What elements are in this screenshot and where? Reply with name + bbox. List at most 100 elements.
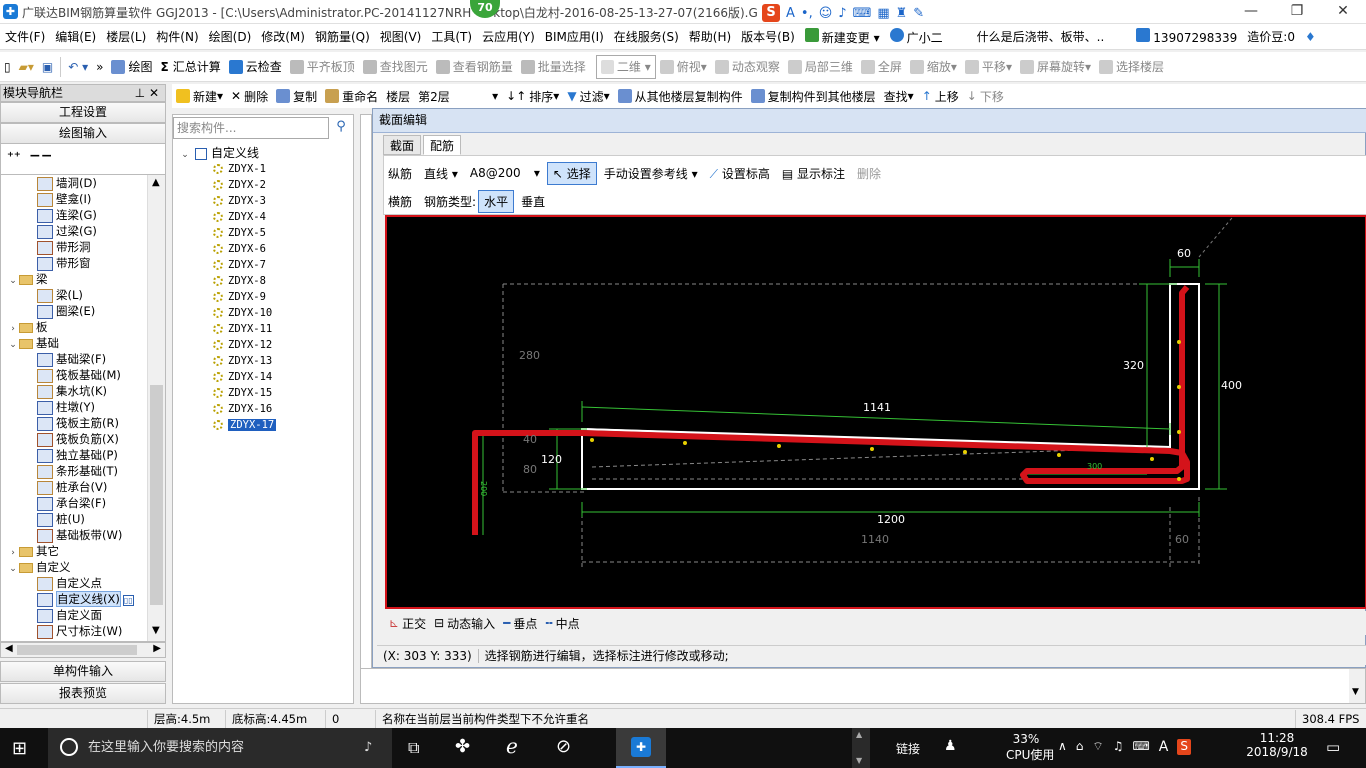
component-item[interactable]: ZDYX-16 [213, 401, 272, 417]
select-tool-button[interactable]: ↖ 选择 [546, 161, 597, 185]
align-top-button[interactable]: 平齐板顶 [286, 55, 359, 79]
glodon-app-button[interactable]: ✚ [616, 728, 666, 768]
component-item[interactable]: ZDYX-17 [213, 417, 277, 433]
browser-icon[interactable]: ⊘ [556, 736, 571, 757]
menu-online[interactable]: 在线服务(S) [609, 28, 684, 45]
taskbar-search-input[interactable]: 在这里输入你要搜索的内容 ♪ [48, 728, 392, 768]
nav-item[interactable]: 带形窗 [37, 255, 91, 271]
nav-item[interactable]: 柱墩(Y) [37, 399, 95, 415]
component-item[interactable]: ZDYX-12 [213, 337, 272, 353]
menu-tools[interactable]: 工具(T) [426, 28, 477, 45]
nav-item[interactable]: 筏板基础(M) [37, 367, 121, 383]
nav-item[interactable]: 梁(L) [37, 287, 83, 303]
nav-item[interactable]: 过梁(G) [37, 223, 97, 239]
menu-faq-link[interactable]: 什么是后浇带、板带、.. [972, 28, 1110, 45]
menu-component[interactable]: 构件(N) [151, 28, 203, 45]
expand-all-icon[interactable]: ⁺⁺ [7, 150, 21, 165]
scroll-thumb[interactable] [150, 385, 163, 605]
report-preview-button[interactable]: 报表预览 [0, 683, 166, 704]
nav-item[interactable]: 桩(U) [37, 511, 85, 527]
copy-to-floor-button[interactable]: 复制构件到其他楼层 [747, 84, 880, 108]
floor-select[interactable]: 第2层 ▾ [414, 84, 502, 108]
new-component-button[interactable]: 新建 ▾ [172, 84, 227, 108]
nav-item[interactable]: 连梁(G) [37, 207, 97, 223]
cpu-meter[interactable]: 33% CPU使用 [1006, 732, 1054, 763]
dynamic-input-button[interactable]: ⊟ 动态输入 [430, 611, 499, 635]
punct-icon[interactable]: •, [801, 6, 813, 21]
scroll-up-icon[interactable]: ▲ [152, 177, 160, 188]
drawing-input-button[interactable]: 绘图输入 [0, 123, 166, 144]
component-item[interactable]: ZDYX-3 [213, 193, 266, 209]
view-mode-select[interactable]: 二维 ▾ [595, 54, 656, 79]
component-item[interactable]: ZDYX-8 [213, 273, 266, 289]
grid-icon[interactable]: ▦ [877, 6, 889, 21]
set-elevation-button[interactable]: ⟋ 设置标高 [705, 163, 775, 184]
menu-version[interactable]: 版本号(B) [736, 28, 800, 45]
bell-icon[interactable]: ♦ [1300, 30, 1321, 44]
nav-item[interactable]: 自定义面 [37, 607, 102, 623]
ortho-button[interactable]: ⊾ 正交 [385, 611, 430, 635]
menu-new-change[interactable]: 新建变更 ▾ [800, 27, 885, 46]
component-item[interactable]: ZDYX-9 [213, 289, 266, 305]
property-icon[interactable]: ▯▯ [122, 595, 134, 606]
nav-item[interactable]: 尺寸标注(W) [37, 623, 122, 639]
component-item[interactable]: ZDYX-7 [213, 257, 266, 273]
nav-item[interactable]: › 其它 [7, 543, 59, 559]
overflow-icon[interactable]: » [92, 55, 107, 79]
component-item[interactable]: ZDYX-11 [213, 321, 272, 337]
property-scrollbar[interactable]: ▼ [1349, 669, 1365, 703]
clock[interactable]: 11:28 2018/9/18 [1242, 731, 1312, 759]
menu-account[interactable]: 13907298339 [1131, 28, 1242, 45]
pan-button[interactable]: 平移 ▾ [961, 55, 1016, 79]
component-item[interactable]: ZDYX-6 [213, 241, 266, 257]
collapse-icon[interactable]: ⌄ [7, 561, 19, 577]
single-input-button[interactable]: 单构件输入 [0, 661, 166, 682]
nav-item[interactable]: 自定义点 [37, 575, 102, 591]
select-floor-button[interactable]: 选择楼层 [1095, 55, 1168, 79]
line-type-select[interactable]: 直线 ▾ [419, 163, 463, 184]
dynamic-view-button[interactable]: 动态观察 [711, 55, 784, 79]
close-button[interactable]: ✕ [1320, 0, 1366, 24]
nav-item[interactable]: 筏板主筋(R) [37, 415, 119, 431]
collapse-icon[interactable]: ⌄ [7, 337, 19, 353]
nav-item[interactable]: 壁龛(I) [37, 191, 91, 207]
show-dim-button[interactable]: ▤ 显示标注 [777, 163, 850, 184]
nav-item[interactable]: 承台梁(F) [37, 495, 106, 511]
nav-item[interactable]: 基础梁(F) [37, 351, 106, 367]
sogou-tray-icon[interactable]: S [1177, 739, 1191, 755]
midpoint-button[interactable]: ╍ 中点 [541, 611, 583, 635]
project-settings-button[interactable]: 工程设置 [0, 102, 166, 123]
collapse-icon[interactable]: ⌄ [7, 273, 19, 289]
menu-view[interactable]: 视图(V) [375, 28, 427, 45]
nav-item[interactable]: ⌄ 梁 [7, 271, 47, 289]
component-item[interactable]: ZDYX-4 [213, 209, 266, 225]
save-icon[interactable]: ▣ [38, 55, 57, 79]
nav-item[interactable]: 条形基础(T) [37, 463, 118, 479]
batch-select-button[interactable]: 批量选择 [517, 55, 590, 79]
manual-ref-button[interactable]: 手动设置参考线 ▾ [599, 163, 703, 184]
volume-icon[interactable]: ♫ [1113, 739, 1124, 755]
mic-icon[interactable]: ♪ [838, 6, 846, 21]
restore-button[interactable]: ❐ [1274, 0, 1320, 24]
nav-item[interactable]: 筏板负筋(X) [37, 431, 119, 447]
component-item[interactable]: ZDYX-15 [213, 385, 272, 401]
component-item[interactable]: ZDYX-1 [213, 161, 266, 177]
undo-icon[interactable]: ↶ ▾ [64, 55, 92, 79]
filter-button[interactable]: ▼ 过滤 ▾ [563, 84, 613, 108]
ime-indicator[interactable]: A [1159, 739, 1169, 755]
tray-chevron-icon[interactable]: ∧ [1058, 739, 1067, 755]
ime-lang-icon[interactable]: A [786, 6, 795, 21]
nav-scrollbar[interactable]: ▲ ▼ [147, 175, 165, 641]
notification-icon[interactable]: ▭ [1326, 738, 1340, 756]
ime-toolbar[interactable]: S A •, ☺ ♪ ⌨ ▦ ♜ ✎ [762, 3, 924, 23]
shirt-icon[interactable]: ♜ [896, 6, 908, 21]
cloud-check-button[interactable]: 云检查 [225, 55, 286, 79]
tab-rebar[interactable]: 配筋 [423, 135, 462, 155]
new-file-icon[interactable]: ▯ [0, 55, 15, 79]
zoom-button[interactable]: 缩放 ▾ [906, 55, 961, 79]
taskbar-scroll[interactable]: ▲ ▼ [852, 728, 870, 768]
menu-edit[interactable]: 编辑(E) [50, 28, 101, 45]
nav-item[interactable]: › 板 [7, 319, 47, 335]
component-item[interactable]: ZDYX-13 [213, 353, 272, 369]
pin-icon[interactable]: ⊥ ✕ [135, 85, 159, 101]
